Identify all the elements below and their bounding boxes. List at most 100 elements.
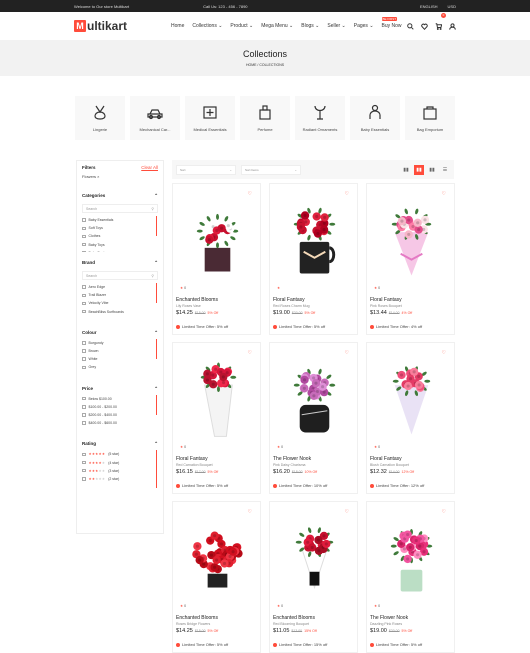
checkbox[interactable] (82, 421, 86, 425)
category-tile[interactable]: Medical Essentials (185, 96, 235, 140)
product-image[interactable] (183, 355, 252, 437)
scrollbar[interactable] (156, 338, 157, 359)
scrollbar[interactable] (156, 283, 157, 303)
sort-select[interactable]: Sort ⌄ (176, 164, 236, 175)
checkbox[interactable] (82, 285, 86, 289)
nav-item[interactable]: Home (171, 23, 184, 29)
product-card[interactable]: ♡ ★0 Enchanted Blooms Red Blooming Bouquet $… (269, 501, 358, 653)
filter-option[interactable]: Burgundy (82, 339, 152, 347)
category-tile[interactable]: Baby Essentials (350, 96, 400, 140)
currency-select[interactable]: USD (448, 4, 456, 9)
filter-option[interactable]: $100.00 - $200.00 (82, 403, 152, 411)
product-card[interactable]: ♡ ★ Floral Fantasy Red Roses Charm Mug $19.0… (269, 183, 358, 335)
nav-item[interactable]: Pages ⌄ (354, 23, 374, 29)
filter-option[interactable]: Velocity Vibe (82, 299, 152, 307)
product-name[interactable]: Floral Fantasy (176, 456, 208, 462)
nav-item[interactable]: Buy Now BE FIRST (381, 17, 402, 29)
scrollbar[interactable] (156, 394, 157, 415)
brand-search-input[interactable]: Search ⚲ (82, 271, 158, 280)
filter-option[interactable]: ★★★★★ (4 star) (82, 458, 152, 466)
checkbox[interactable] (82, 477, 86, 481)
checkbox[interactable] (82, 413, 86, 417)
language-select[interactable]: ENGLISH (420, 4, 438, 9)
product-card[interactable]: ♡ ★0 Floral Fantasy Red Carnation Bouquet $1… (172, 342, 261, 494)
filter-option[interactable]: ★★★★★ (3 star) (82, 467, 152, 475)
filter-option[interactable]: ★★★★★ (2 star) (82, 475, 152, 483)
checkbox[interactable] (82, 218, 86, 222)
product-name[interactable]: Enchanted Blooms (176, 615, 218, 621)
product-name[interactable]: Floral Fantasy (370, 456, 402, 462)
product-name[interactable]: Floral Fantasy (273, 297, 305, 303)
product-card[interactable]: ♡ ★0 Floral Fantasy Blush Carnation Bouquet… (366, 342, 455, 494)
scrollbar[interactable] (156, 450, 157, 489)
product-image[interactable] (183, 196, 252, 278)
filter-option[interactable]: Brown (82, 347, 152, 355)
checkbox[interactable] (82, 226, 86, 231)
checkbox[interactable] (82, 309, 86, 314)
filter-option[interactable]: $400.00 - $600.00 (82, 419, 152, 427)
filter-option[interactable]: Grey (82, 363, 152, 371)
selected-filter-chip[interactable]: Flowers × (82, 174, 158, 179)
grid-2-view-icon[interactable]: ▮▮ (401, 165, 411, 175)
chevron-up-icon[interactable]: ⌃ (154, 260, 158, 266)
product-name[interactable]: Enchanted Blooms (273, 615, 315, 621)
filter-option[interactable]: Clothes (82, 232, 152, 240)
product-card[interactable]: ♡ ★0 The Flower Nook Pink Daisy Charisma $16… (269, 342, 358, 494)
user-icon[interactable] (449, 17, 456, 35)
product-card[interactable]: ♡ ★0 Enchanted Blooms Roses Bridge Flowers $… (172, 501, 261, 653)
list-view-icon[interactable]: ☰ (440, 165, 450, 175)
nav-item[interactable]: Product ⌄ (230, 23, 253, 29)
nav-item[interactable]: Mega Menu ⌄ (261, 23, 293, 29)
product-image[interactable] (280, 514, 349, 596)
logo[interactable]: M ultikart (74, 19, 127, 33)
filter-option[interactable]: Trail Blazer (82, 291, 152, 299)
product-card[interactable]: ♡ ★0 Enchanted Blooms Lily Roses Vase $14.25… (172, 183, 261, 335)
product-image[interactable] (377, 514, 446, 596)
product-image[interactable] (183, 514, 252, 596)
checkbox[interactable] (82, 234, 86, 239)
checkbox[interactable] (82, 460, 86, 465)
product-image[interactable] (377, 355, 446, 437)
chevron-up-icon[interactable]: ⌃ (154, 441, 158, 447)
filter-option[interactable]: Soft Toys (82, 224, 152, 232)
filter-option[interactable]: ★★★★★ (5 star) (82, 450, 152, 458)
checkbox[interactable] (82, 341, 86, 345)
category-tile[interactable]: Mechanical Car... (130, 96, 180, 140)
product-name[interactable]: The Flower Nook (273, 456, 311, 462)
cart-icon[interactable]: 0 (435, 13, 446, 35)
checkbox[interactable] (82, 396, 86, 401)
clear-all-link[interactable]: Clear All (141, 165, 158, 170)
breadcrumb[interactable]: HOME / COLLECTIONS (0, 63, 530, 67)
nav-item[interactable]: Collections ⌄ (192, 23, 222, 29)
checkbox[interactable] (82, 452, 86, 457)
filter-option[interactable]: White (82, 355, 152, 363)
scrollbar[interactable] (156, 216, 157, 236)
filter-option[interactable]: Aero Edge (82, 283, 152, 291)
nav-item[interactable]: Seller ⌄ (327, 23, 345, 29)
product-card[interactable]: ♡ ★0 Floral Fantasy Pink Roses Bouquet $13.4… (366, 183, 455, 335)
checkbox[interactable] (82, 293, 86, 298)
category-tile[interactable]: Radiant Ornaments (295, 96, 345, 140)
filter-option[interactable]: Below $100.00 (82, 395, 152, 403)
grid-4-view-icon[interactable]: ▮▮ (427, 165, 437, 175)
product-name[interactable]: Enchanted Blooms (176, 297, 218, 303)
filter-option[interactable]: Baby Footware (82, 249, 152, 252)
grid-3-view-icon[interactable]: ▮▮ (414, 164, 424, 175)
product-card[interactable]: ♡ ★0 The Flower Nook Dazzling Pink Roses $19… (366, 501, 455, 653)
category-tile[interactable]: Lingerie (75, 96, 125, 140)
sort-items-select[interactable]: Sort Items ⌄ (241, 164, 301, 175)
search-icon[interactable] (407, 17, 414, 35)
checkbox[interactable] (82, 357, 86, 361)
chevron-up-icon[interactable]: ⌃ (154, 330, 158, 336)
product-name[interactable]: The Flower Nook (370, 615, 408, 621)
checkbox[interactable] (82, 251, 86, 252)
chevron-up-icon[interactable]: ⌃ (154, 386, 158, 392)
product-name[interactable]: Floral Fantasy (370, 297, 402, 303)
category-tile[interactable]: Perfume (240, 96, 290, 140)
product-image[interactable] (280, 196, 349, 278)
checkbox[interactable] (82, 365, 86, 370)
filter-option[interactable]: BeachBliss Surfboards (82, 308, 152, 316)
filter-option[interactable]: Baby Toys (82, 241, 152, 249)
product-image[interactable] (377, 196, 446, 278)
checkbox[interactable] (82, 349, 86, 353)
